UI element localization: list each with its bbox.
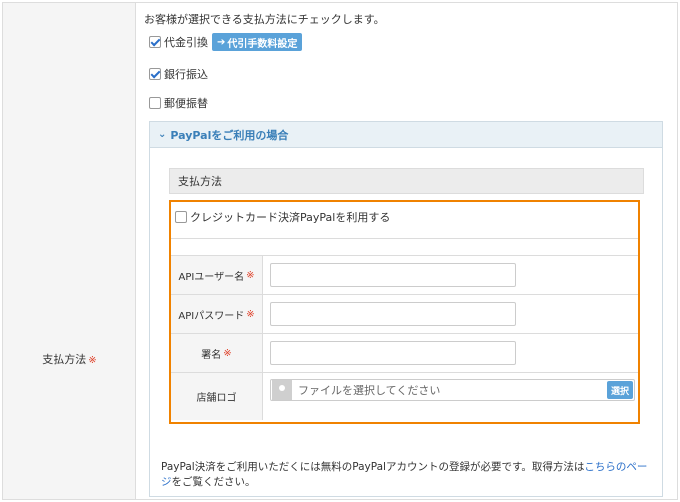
store-logo-file-input[interactable]: ファイルを選択してください 選択 — [270, 379, 635, 401]
api-password-row: APIパスワード ※ — [171, 294, 638, 333]
intro-text: お客様が選択できる支払方法にチェックします。 — [144, 13, 385, 26]
chevron-down-icon: ⌄ — [158, 129, 167, 140]
paypal-section-title: PayPalをご利用の場合 — [170, 128, 289, 142]
required-mark: ※ — [246, 308, 255, 320]
cod-checkbox[interactable] — [149, 36, 161, 48]
file-select-button[interactable]: 選択 — [607, 381, 633, 399]
store-logo-row: 店舗ロゴ ファイルを選択してください 選択 — [171, 372, 638, 420]
file-placeholder: ファイルを選択してください — [298, 384, 441, 397]
payment-method-label: 支払方法 ※ — [42, 353, 97, 366]
paypal-note: PayPal決済をご利用いただくには無料のPayPalアカウントの登録が必要です… — [161, 461, 648, 488]
api-username-label: APIユーザー名 ※ — [171, 256, 263, 294]
paypal-use-checkbox[interactable] — [175, 211, 187, 223]
bank-transfer-label: 銀行振込 — [164, 68, 208, 81]
store-logo-label: 店舗ロゴ — [171, 373, 263, 420]
user-image-icon — [272, 380, 292, 400]
arrow-right-icon: ➔ — [217, 36, 226, 48]
option-cod[interactable]: 代金引換 ➔ 代引手数料設定 — [149, 33, 303, 51]
signature-input[interactable] — [270, 341, 516, 365]
bank-transfer-checkbox[interactable] — [149, 68, 161, 80]
cod-fee-settings-button[interactable]: ➔ 代引手数料設定 — [212, 33, 303, 51]
paypal-payment-method-title: 支払方法 — [169, 168, 644, 194]
paypal-section-header[interactable]: ⌄ PayPalをご利用の場合 — [150, 122, 662, 148]
signature-label: 署名 ※ — [171, 334, 263, 372]
cod-label: 代金引換 — [164, 36, 208, 49]
api-username-input[interactable] — [270, 263, 516, 287]
postal-transfer-checkbox[interactable] — [149, 97, 161, 109]
api-username-row: APIユーザー名 ※ — [171, 255, 638, 294]
signature-row: 署名 ※ — [171, 333, 638, 372]
left-label-column: 支払方法 ※ — [3, 3, 136, 499]
required-mark: ※ — [88, 355, 97, 366]
paypal-use-option[interactable]: クレジットカード決済PayPalを利用する — [175, 209, 390, 225]
paypal-use-label: クレジットカード決済PayPalを利用する — [190, 211, 391, 224]
required-mark: ※ — [246, 269, 255, 281]
divider — [171, 238, 638, 239]
api-password-input[interactable] — [270, 302, 516, 326]
postal-transfer-label: 郵便振替 — [164, 97, 208, 110]
option-postal-transfer[interactable]: 郵便振替 — [149, 95, 208, 111]
api-password-label: APIパスワード ※ — [171, 295, 263, 333]
option-bank-transfer[interactable]: 銀行振込 — [149, 66, 208, 82]
required-mark: ※ — [223, 347, 232, 359]
